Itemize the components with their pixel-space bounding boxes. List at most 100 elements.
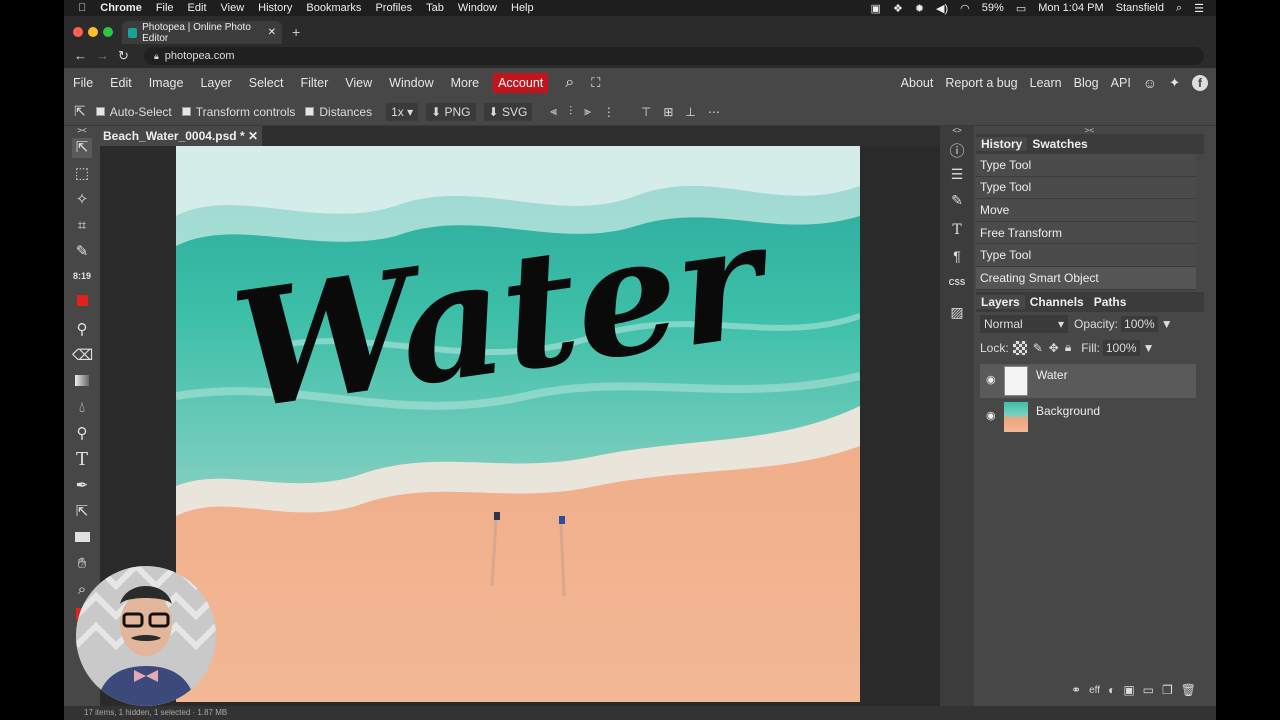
facebook-icon[interactable]: f	[1192, 75, 1208, 91]
history-item[interactable]: Move	[976, 199, 1196, 222]
close-document-icon[interactable]: ✕	[248, 129, 258, 143]
lock-transparency-icon[interactable]	[1012, 340, 1027, 355]
mac-menu-view[interactable]: View	[221, 2, 245, 14]
menu-more[interactable]: More	[451, 76, 479, 90]
gradient-tool-icon[interactable]	[72, 372, 92, 392]
adjustment-layer-icon[interactable]: ◐	[1108, 683, 1115, 697]
mac-menu-history[interactable]: History	[258, 2, 292, 14]
menu-layer[interactable]: Layer	[200, 76, 231, 90]
reddit-icon[interactable]: ☺	[1143, 75, 1157, 91]
menu-window[interactable]: Window	[389, 76, 433, 90]
lock-paint-icon[interactable]: ✎	[1033, 341, 1043, 355]
reload-button[interactable]: ↻	[118, 48, 129, 64]
zoom-window-button[interactable]	[103, 27, 113, 37]
history-item[interactable]: Type Tool	[976, 244, 1196, 267]
auto-select-checkbox[interactable]: Auto-Select	[95, 105, 172, 119]
character-icon[interactable]: T	[948, 222, 966, 240]
twitter-icon[interactable]: ✦	[1169, 75, 1180, 91]
move-tool-icon[interactable]: ⇱	[72, 138, 92, 158]
distribute-h-icon[interactable]: ⋮	[603, 105, 615, 119]
lock-move-icon[interactable]: ✥	[1049, 341, 1059, 355]
blur-tool-icon[interactable]: 💧︎	[72, 398, 92, 418]
align-right-icon[interactable]: ⫸	[584, 104, 591, 119]
volume-icon[interactable]: ◀)	[936, 2, 948, 15]
shape-tool-icon[interactable]	[72, 528, 92, 548]
dropbox-icon[interactable]: ❖	[893, 2, 903, 15]
close-tab-icon[interactable]: ✕	[268, 27, 276, 38]
brush-tool-icon[interactable]	[72, 292, 92, 312]
new-layer-icon[interactable]: ❐	[1162, 683, 1173, 697]
spotlight-icon[interactable]: ⌕	[1176, 2, 1182, 15]
document-canvas[interactable]: Water	[176, 146, 860, 702]
search-icon[interactable]: ⌕	[565, 74, 574, 92]
mac-menu-help[interactable]: Help	[511, 2, 534, 14]
align-bottom-icon[interactable]: ⊥	[685, 105, 695, 119]
export-svg-button[interactable]: ⬇ SVG	[483, 102, 533, 121]
control-center-icon[interactable]: ☰	[1194, 2, 1204, 15]
close-window-button[interactable]	[73, 27, 83, 37]
export-png-button[interactable]: ⬇ PNG	[426, 102, 476, 121]
back-button[interactable]: ←	[74, 48, 87, 63]
screen-icon[interactable]: ▣	[871, 2, 881, 15]
history-item[interactable]: Type Tool	[976, 154, 1196, 177]
layer-name[interactable]: Background	[1036, 404, 1100, 418]
link-layers-icon[interactable]: ⚭	[1071, 683, 1081, 697]
canvas-area[interactable]: Water	[100, 146, 940, 706]
info-icon[interactable]: ⓘ	[948, 140, 966, 160]
folder-icon[interactable]: ▭	[1143, 683, 1154, 697]
paragraph-icon[interactable]: ¶	[948, 248, 966, 266]
zoom-select[interactable]: 1x ▾	[386, 102, 419, 121]
mac-menu-profiles[interactable]: Profiles	[375, 2, 412, 14]
mac-menu-file[interactable]: File	[156, 2, 174, 14]
visibility-eye-icon[interactable]: ◉	[986, 409, 996, 422]
menu-view[interactable]: View	[345, 76, 372, 90]
fullscreen-icon[interactable]: ⛶	[591, 75, 600, 91]
visibility-eye-icon[interactable]: ◉	[986, 373, 996, 386]
menu-file[interactable]: File	[73, 76, 93, 90]
mac-menu-bookmarks[interactable]: Bookmarks	[306, 2, 361, 14]
fill-dropdown-icon[interactable]: ▼	[1143, 341, 1155, 355]
menu-api[interactable]: API	[1111, 76, 1131, 90]
path-select-icon[interactable]: ⇱	[72, 502, 92, 522]
history-item[interactable]: Free Transform	[976, 221, 1196, 245]
menu-select[interactable]: Select	[249, 76, 284, 90]
menu-learn[interactable]: Learn	[1030, 76, 1062, 90]
layer-effects-button[interactable]: eff	[1089, 685, 1100, 696]
forward-button[interactable]: →	[96, 48, 109, 63]
hand-tool-icon[interactable]: ✋︎	[72, 554, 92, 574]
transform-controls-checkbox[interactable]: Transform controls	[181, 105, 295, 119]
user-name[interactable]: Stansfield	[1116, 2, 1164, 14]
collapse-toolbar-icon[interactable]: ><	[72, 126, 92, 136]
mac-menu-window[interactable]: Window	[458, 2, 497, 14]
address-bar[interactable]: 🔒︎ photopea.com	[144, 47, 1204, 65]
layer-row-background[interactable]: ◉ Background	[980, 400, 1196, 434]
adjustments-icon[interactable]: ☰	[948, 166, 966, 184]
fill-input[interactable]: 100%	[1102, 339, 1140, 356]
tab-channels[interactable]: Channels	[1025, 295, 1089, 309]
tab-paths[interactable]: Paths	[1089, 295, 1132, 309]
wifi-icon[interactable]: ◠	[960, 2, 970, 15]
tab-history[interactable]: History	[976, 137, 1028, 151]
document-tab[interactable]: Beach_Water_0004.psd * ✕	[100, 126, 262, 146]
menu-image[interactable]: Image	[149, 76, 184, 90]
magic-wand-icon[interactable]: ✧	[72, 190, 92, 210]
align-top-icon[interactable]: ⊤	[641, 105, 651, 119]
eyedropper-icon[interactable]: ✎	[72, 242, 92, 262]
align-left-icon[interactable]: ⫷	[550, 104, 557, 119]
app-menu-chrome[interactable]: Chrome	[100, 2, 142, 14]
battery-percent[interactable]: 59%	[982, 2, 1004, 14]
battery-icon[interactable]: ▭	[1016, 2, 1026, 15]
stamp-tool-icon[interactable]: ⚲	[72, 320, 92, 340]
lock-all-icon[interactable]: 🔒︎	[1065, 340, 1071, 355]
opacity-input[interactable]: 100%	[1121, 315, 1158, 332]
apple-icon[interactable]: 	[78, 2, 86, 14]
mac-menu-edit[interactable]: Edit	[188, 2, 207, 14]
brush-panel-icon[interactable]: ✎	[948, 192, 966, 210]
clock[interactable]: Mon 1:04 PM	[1038, 2, 1103, 14]
marquee-tool-icon[interactable]: ⬚	[72, 164, 92, 184]
css-icon[interactable]: CSS	[948, 278, 966, 296]
menu-edit[interactable]: Edit	[110, 76, 132, 90]
new-tab-button[interactable]: +	[292, 24, 300, 40]
blend-mode-select[interactable]: Normal ▾	[980, 314, 1068, 333]
gear-icon[interactable]: ✹	[915, 2, 924, 15]
